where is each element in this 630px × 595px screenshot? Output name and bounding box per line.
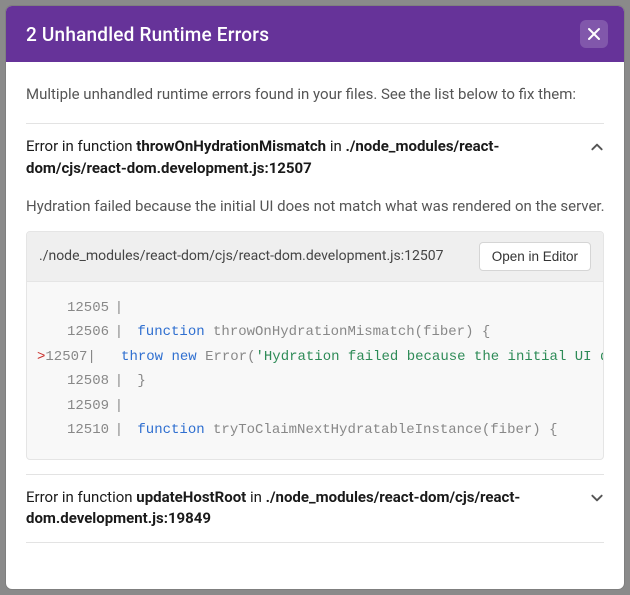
gutter-pipe: |	[109, 418, 129, 443]
line-number: 12509	[53, 394, 109, 419]
code-frame: ./node_modules/react-dom/cjs/react-dom.d…	[26, 231, 604, 460]
gutter-pipe: |	[109, 320, 129, 345]
code-line: >12507| throw new Error('Hydration faile…	[37, 345, 603, 370]
error-overlay: 2 Unhandled Runtime Errors Multiple unha…	[6, 6, 624, 589]
error-item-body: Hydration failed because the initial UI …	[26, 192, 604, 474]
gutter-marker	[37, 418, 53, 443]
code-line: 12510| function tryToClaimNextHydratable…	[37, 418, 603, 443]
error-item-title: Error in function throwOnHydrationMismat…	[26, 136, 578, 180]
chevron-up-icon	[590, 140, 604, 154]
code-content: function tryToClaimNextHydratableInstanc…	[137, 418, 557, 443]
code-scroll[interactable]: 12505| 12506| function throwOnHydrationM…	[27, 282, 603, 459]
code-line: 12506| function throwOnHydrationMismatch…	[37, 320, 603, 345]
line-number: 12508	[53, 369, 109, 394]
overlay-header: 2 Unhandled Runtime Errors	[6, 6, 624, 62]
error-item-title: Error in function updateHostRoot in ./no…	[26, 487, 578, 531]
error-item-header[interactable]: Error in function throwOnHydrationMismat…	[26, 124, 604, 192]
gutter-pipe: |	[109, 369, 129, 394]
error-prefix: Error in function	[26, 488, 136, 506]
code-content: }	[137, 369, 145, 394]
error-mid: in	[246, 488, 265, 506]
gutter-marker	[37, 296, 53, 321]
overlay-title: 2 Unhandled Runtime Errors	[26, 23, 269, 46]
code-line: 12509|	[37, 394, 603, 419]
gutter-pipe: |	[109, 296, 129, 321]
intro-text: Multiple unhandled runtime errors found …	[26, 62, 604, 123]
open-in-editor-button[interactable]: Open in Editor	[479, 242, 591, 271]
code-content: throw new Error('Hydration failed becaus…	[104, 345, 603, 370]
close-button[interactable]	[580, 20, 608, 48]
close-icon	[587, 27, 601, 41]
gutter-pipe: |	[109, 394, 129, 419]
error-message: Hydration failed because the initial UI …	[26, 196, 604, 231]
gutter-marker	[37, 394, 53, 419]
error-mid: in	[326, 137, 345, 155]
gutter-marker: >	[37, 345, 45, 370]
overlay-body: Multiple unhandled runtime errors found …	[6, 62, 624, 589]
error-item-header[interactable]: Error in function updateHostRoot in ./no…	[26, 475, 604, 543]
error-item: Error in function throwOnHydrationMismat…	[26, 124, 604, 475]
error-function-name: throwOnHydrationMismatch	[136, 137, 326, 155]
gutter-pipe: |	[87, 345, 95, 370]
code-content: function throwOnHydrationMismatch(fiber)…	[137, 320, 490, 345]
line-number: 12505	[53, 296, 109, 321]
code-lines: 12505| 12506| function throwOnHydrationM…	[27, 282, 603, 459]
line-number: 12507	[45, 345, 87, 370]
error-function-name: updateHostRoot	[136, 488, 246, 506]
gutter-marker	[37, 369, 53, 394]
code-line: 12505|	[37, 296, 603, 321]
code-line: 12508| }	[37, 369, 603, 394]
error-prefix: Error in function	[26, 137, 136, 155]
line-number: 12510	[53, 418, 109, 443]
error-item: Error in function updateHostRoot in ./no…	[26, 475, 604, 544]
code-frame-header: ./node_modules/react-dom/cjs/react-dom.d…	[27, 232, 603, 282]
line-number: 12506	[53, 320, 109, 345]
chevron-down-icon	[590, 491, 604, 505]
error-accordion: Error in function throwOnHydrationMismat…	[26, 123, 604, 543]
gutter-marker	[37, 320, 53, 345]
code-file-path: ./node_modules/react-dom/cjs/react-dom.d…	[39, 248, 443, 264]
